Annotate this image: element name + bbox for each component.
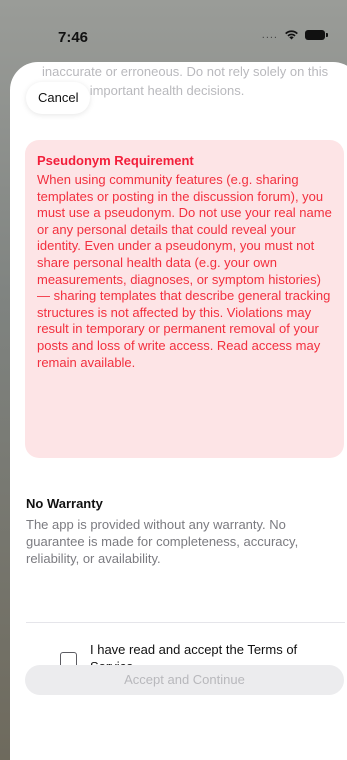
status-time: 7:46: [58, 29, 89, 46]
accept-and-continue-button[interactable]: Accept and Continue: [25, 665, 344, 695]
signal-icon: ....: [261, 28, 278, 41]
footer-divider: [26, 622, 345, 623]
cancel-button[interactable]: Cancel: [26, 82, 91, 114]
warranty-title: No Warranty: [26, 496, 103, 511]
status-icons: ....: [261, 28, 328, 41]
pseudonym-body: When using community features (e.g. shar…: [37, 172, 332, 370]
wifi-icon: [285, 30, 298, 40]
terms-sheet: inaccurate or erroneous. Do not rely sol…: [10, 62, 347, 760]
terms-scroll-area[interactable]: inaccurate or erroneous. Do not rely sol…: [10, 62, 347, 622]
status-bar: 7:46 ....: [0, 0, 347, 62]
warranty-body: The app is provided without any warranty…: [26, 517, 299, 566]
pseudonym-warning-card: Pseudonym Requirement When using communi…: [25, 140, 344, 458]
battery-icon: [305, 29, 328, 40]
pseudonym-title: Pseudonym Requirement: [37, 153, 194, 168]
